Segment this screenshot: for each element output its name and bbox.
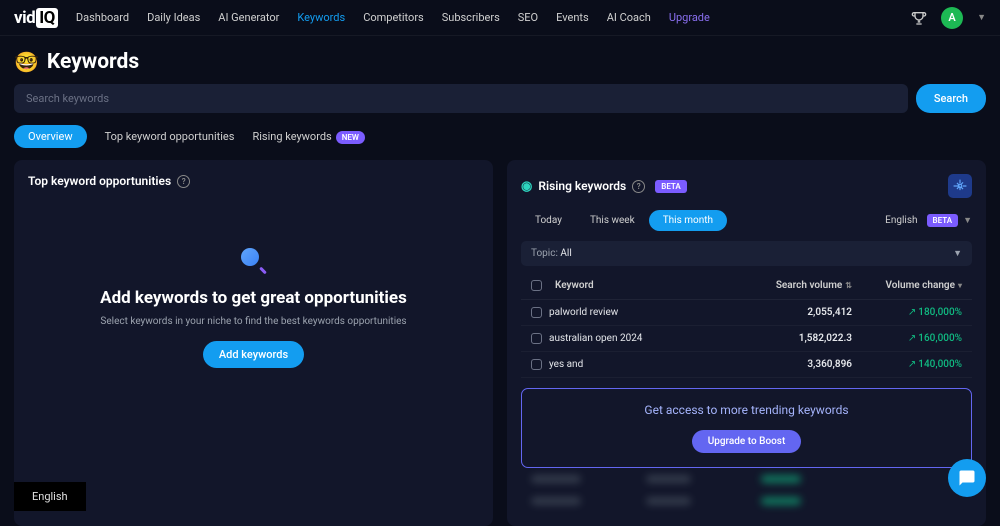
keyword-cell: australian open 2024	[549, 333, 742, 344]
page-header: 🤓 Keywords	[0, 36, 1000, 84]
avatar[interactable]: A	[941, 7, 963, 29]
trophy-icon[interactable]	[911, 10, 927, 26]
row-checkbox[interactable]	[531, 333, 542, 344]
period-this-month[interactable]: This month	[649, 210, 727, 231]
search-row: Search	[0, 84, 1000, 113]
search-input[interactable]	[14, 84, 908, 113]
row-checkbox[interactable]	[531, 307, 542, 318]
nav-competitors[interactable]: Competitors	[363, 11, 424, 24]
empty-state: Add keywords to get great opportunities …	[28, 188, 479, 428]
col-search-volume[interactable]: Search volume⇅	[742, 280, 852, 291]
keyword-cell: yes and	[549, 359, 742, 370]
blurred-row	[521, 468, 972, 490]
sort-icon: ⇅	[845, 281, 852, 290]
page-emoji-icon: 🤓	[14, 50, 39, 74]
logo[interactable]: vidIQ	[14, 8, 58, 28]
search-button[interactable]: Search	[916, 84, 986, 113]
settings-button[interactable]	[948, 174, 972, 198]
select-all-checkbox[interactable]	[531, 280, 542, 291]
panel-top-opportunities: Top keyword opportunities ? Add keywords…	[14, 160, 493, 526]
search-volume-cell: 3,360,896	[742, 359, 852, 370]
arrow-up-icon: ↗	[908, 359, 916, 370]
nav-daily-ideas[interactable]: Daily Ideas	[147, 11, 200, 24]
arrow-up-icon: ↗	[908, 333, 916, 344]
tab-overview[interactable]: Overview	[14, 125, 87, 148]
panel-title: Top keyword opportunities	[28, 174, 171, 188]
nav-seo[interactable]: SEO	[518, 11, 538, 24]
nav-ai-coach[interactable]: AI Coach	[607, 11, 651, 24]
empty-title: Add keywords to get great opportunities	[100, 288, 407, 308]
new-badge: NEW	[336, 131, 365, 144]
nav-events[interactable]: Events	[556, 11, 589, 24]
search-volume-cell: 2,055,412	[742, 307, 852, 318]
footer-language-button[interactable]: English	[14, 482, 86, 511]
table-row[interactable]: yes and 3,360,896 ↗140,000%	[521, 352, 972, 378]
col-volume-change[interactable]: Volume change▾	[852, 280, 962, 291]
row-checkbox[interactable]	[531, 359, 542, 370]
blurred-row	[521, 490, 972, 512]
col-keyword[interactable]: Keyword	[555, 280, 594, 291]
upsell-text: Get access to more trending keywords	[536, 403, 957, 417]
upgrade-to-boost-button[interactable]: Upgrade to Boost	[692, 430, 802, 453]
nav-upgrade[interactable]: Upgrade	[669, 11, 710, 24]
period-today[interactable]: Today	[521, 210, 576, 231]
language-selector[interactable]: English BETA ▼	[885, 214, 972, 227]
page-title: Keywords	[47, 50, 139, 74]
tab-top-opportunities[interactable]: Top keyword opportunities	[105, 126, 235, 147]
chat-icon	[958, 469, 976, 487]
tab-rising-keywords[interactable]: Rising keywordsNEW	[252, 126, 364, 147]
table-row[interactable]: australian open 2024 1,582,022.3 ↗160,00…	[521, 326, 972, 352]
period-selector: Today This week This month English BETA …	[521, 210, 972, 231]
volume-change-cell: ↗180,000%	[852, 307, 962, 318]
nav-subscribers[interactable]: Subscribers	[442, 11, 500, 24]
nav-keywords[interactable]: Keywords	[297, 11, 345, 24]
add-keywords-button[interactable]: Add keywords	[203, 341, 304, 368]
avatar-chevron-icon[interactable]: ▼	[977, 12, 986, 23]
volume-change-cell: ↗140,000%	[852, 359, 962, 370]
gear-icon	[953, 179, 967, 193]
chat-fab[interactable]	[948, 459, 986, 497]
magnifier-icon	[241, 248, 267, 274]
info-icon[interactable]: ?	[632, 180, 645, 193]
chevron-down-icon: ▼	[953, 248, 962, 259]
panel-rising-keywords: ◉ Rising keywords ? BETA Today This week…	[507, 160, 986, 526]
upsell-card: Get access to more trending keywords Upg…	[521, 388, 972, 468]
top-bar: vidIQ Dashboard Daily Ideas AI Generator…	[0, 0, 1000, 36]
globe-icon: ◉	[521, 179, 532, 194]
table-header: Keyword Search volume⇅ Volume change▾	[521, 272, 972, 300]
period-this-week[interactable]: This week	[576, 210, 649, 231]
arrow-up-icon: ↗	[908, 307, 916, 318]
subtabs: Overview Top keyword opportunities Risin…	[0, 113, 1000, 160]
empty-subtitle: Select keywords in your niche to find th…	[100, 316, 406, 327]
chevron-down-icon: ▼	[963, 215, 972, 226]
volume-change-cell: ↗160,000%	[852, 333, 962, 344]
search-volume-cell: 1,582,022.3	[742, 333, 852, 344]
nav-dashboard[interactable]: Dashboard	[76, 11, 129, 24]
info-icon[interactable]: ?	[177, 175, 190, 188]
beta-badge: BETA	[927, 214, 959, 227]
panel-title: Rising keywords	[538, 179, 626, 193]
keyword-cell: palworld review	[549, 307, 742, 318]
beta-badge: BETA	[655, 180, 687, 193]
topic-selector[interactable]: Topic: All ▼	[521, 241, 972, 266]
nav-ai-generator[interactable]: AI Generator	[218, 11, 279, 24]
table-row[interactable]: palworld review 2,055,412 ↗180,000%	[521, 300, 972, 326]
chevron-down-icon: ▾	[958, 281, 962, 290]
main-nav: Dashboard Daily Ideas AI Generator Keywo…	[76, 11, 911, 24]
